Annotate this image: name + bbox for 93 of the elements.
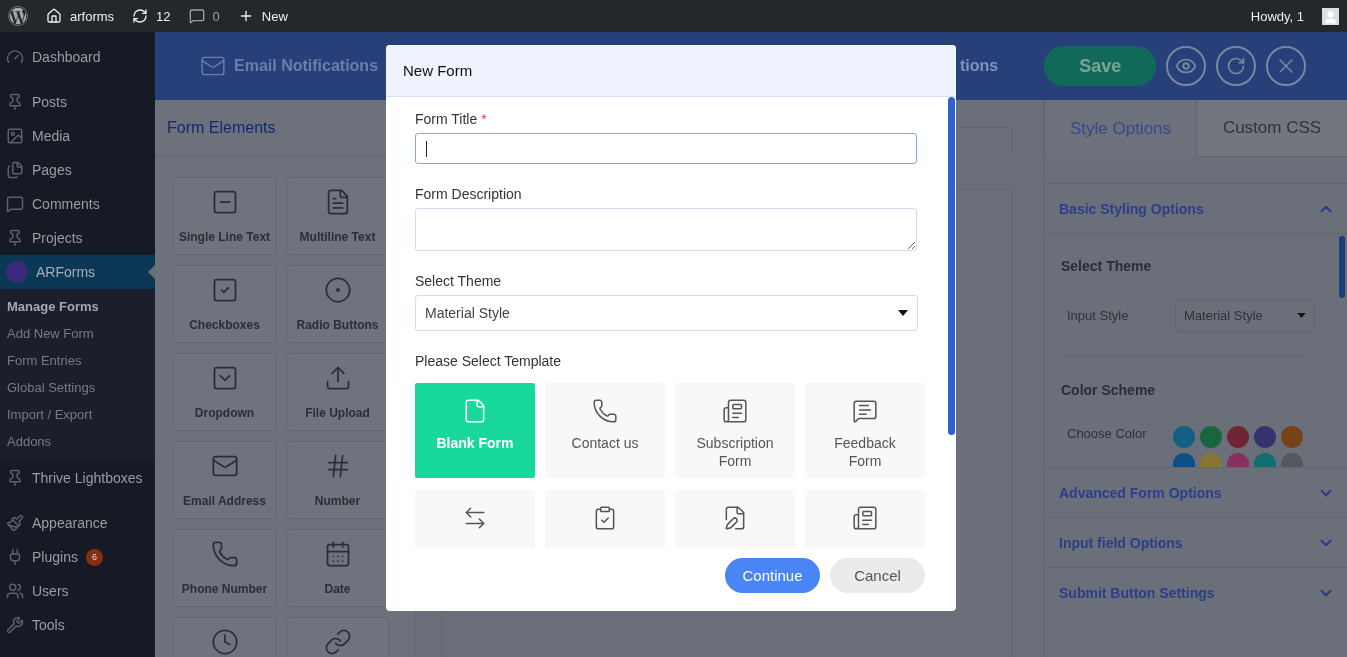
template-tile[interactable]: Contact us: [545, 383, 665, 478]
pin-icon: [6, 229, 24, 247]
field-label: Please Select Template: [415, 353, 563, 369]
wrench-icon: [6, 616, 24, 634]
caret-icon: [1297, 313, 1306, 318]
submenu-item[interactable]: Add New Form: [0, 320, 155, 347]
header-tab[interactable]: tions: [960, 57, 999, 75]
theme-select[interactable]: Material Style: [415, 295, 918, 331]
sidebar-item[interactable]: Dashboard: [0, 40, 155, 74]
close-button[interactable]: [1266, 46, 1307, 86]
admin-bar-link[interactable]: arforms: [70, 8, 115, 24]
sidebar-item[interactable]: Comments: [0, 187, 155, 221]
comment-icon: [6, 195, 24, 213]
template-tile[interactable]: Feedback Form: [805, 383, 925, 478]
color-swatch[interactable]: [1226, 426, 1249, 448]
pages-icon: [6, 161, 24, 179]
panel-tab[interactable]: Custom CSS: [1196, 100, 1347, 157]
sidebar-item[interactable]: ARForms: [0, 255, 155, 289]
comment-icon[interactable]: [188, 8, 205, 24]
form-element-tile[interactable]: Radio Buttons: [286, 265, 389, 343]
sidebar-item[interactable]: Thrive Lightboxes: [0, 461, 155, 495]
count-badge: 6: [85, 548, 103, 566]
sidebar-item[interactable]: Pages: [0, 153, 155, 187]
pin-icon: [6, 469, 24, 487]
scrollbar-thumb[interactable]: [1339, 236, 1345, 298]
user-icon: [6, 582, 24, 600]
submenu-item[interactable]: Form Entries: [0, 347, 155, 374]
submenu-item[interactable]: Addons: [0, 428, 155, 455]
form-element-tile[interactable]: Date: [286, 529, 389, 607]
chat-icon: [852, 398, 878, 424]
save-button[interactable]: Save: [1044, 46, 1157, 86]
field-label: Input Style: [1067, 308, 1129, 323]
field-label: Select Theme: [415, 273, 503, 289]
continue-button[interactable]: Continue: [725, 558, 820, 593]
sidebar-item[interactable]: Media: [0, 119, 155, 153]
template-tile[interactable]: Subscription Form: [675, 383, 795, 478]
admin-bar-link[interactable]: 12: [156, 8, 171, 24]
submenu-item[interactable]: Manage Forms: [0, 293, 155, 320]
input-style-select[interactable]: Material Style: [1175, 299, 1315, 332]
submenu-item[interactable]: Import / Export: [0, 401, 155, 428]
refresh-icon: [1226, 56, 1247, 76]
submenu-item[interactable]: Global Settings: [0, 374, 155, 401]
form-element-tile[interactable]: File Upload: [286, 353, 389, 431]
gauge-icon: [6, 48, 24, 66]
cancel-button[interactable]: Cancel: [830, 558, 925, 593]
email-notifications-tab[interactable]: Email Notifications: [200, 53, 379, 79]
sidebar-item[interactable]: Users: [0, 574, 155, 608]
phone-icon: [210, 540, 239, 568]
form-element-tile[interactable]: Phone Number: [173, 529, 276, 607]
sidebar-item[interactable]: Posts: [0, 85, 155, 119]
form-element-tile[interactable]: Multiline Text: [286, 177, 389, 255]
app-logo-icon: [6, 261, 28, 283]
clock-icon: [210, 628, 239, 656]
newspaper-icon: [722, 398, 748, 424]
field-label: Form Description: [415, 186, 523, 202]
pin-icon: [6, 93, 24, 111]
color-swatch[interactable]: [1172, 426, 1195, 448]
form-description-field[interactable]: [415, 208, 917, 251]
refresh-icon[interactable]: [132, 8, 149, 24]
color-swatch[interactable]: [1253, 426, 1276, 448]
form-element-tile[interactable]: Number: [286, 441, 389, 519]
sidebar-item[interactable]: Tools: [0, 608, 155, 642]
form-element-tile[interactable]: Email Address: [173, 441, 276, 519]
avatar-icon[interactable]: [1322, 7, 1339, 25]
admin-bar-link[interactable]: New: [261, 8, 288, 24]
form-element-tile[interactable]: Single Line Text: [173, 177, 276, 255]
brush-icon: [6, 514, 24, 532]
radio-icon: [323, 276, 352, 304]
sidebar-item[interactable]: Projects: [0, 221, 155, 255]
field-label: Choose Color: [1067, 426, 1147, 441]
link-icon: [323, 628, 352, 656]
sidebar-item[interactable]: Plugins 6: [0, 540, 155, 574]
form-element-tile[interactable]: Checkboxes: [173, 265, 276, 343]
account-link[interactable]: Howdy, 1: [1250, 8, 1304, 24]
newspaper-icon: [852, 505, 878, 531]
preview-button[interactable]: [1166, 46, 1207, 86]
home-icon[interactable]: [46, 8, 62, 24]
form-element-tile[interactable]: Dropdown: [173, 353, 276, 431]
admin-bar-link[interactable]: 0: [212, 8, 220, 24]
site-logo-icon[interactable]: [8, 6, 28, 26]
media-icon: [6, 127, 24, 145]
color-swatch[interactable]: [1280, 426, 1303, 448]
color-swatch[interactable]: [1199, 426, 1222, 448]
phone-icon: [592, 398, 618, 424]
form-title-field[interactable]: [415, 133, 917, 164]
scrollbar-thumb[interactable]: [948, 97, 955, 435]
section-label: Select Theme: [1061, 258, 1153, 274]
section-label: Color Scheme: [1061, 382, 1157, 398]
reset-button[interactable]: [1216, 46, 1257, 86]
caret-icon: [898, 310, 908, 316]
dialog-title: New Form: [386, 45, 956, 97]
sidebar-item[interactable]: Appearance: [0, 506, 155, 540]
field-label: Form Title *: [415, 111, 488, 127]
